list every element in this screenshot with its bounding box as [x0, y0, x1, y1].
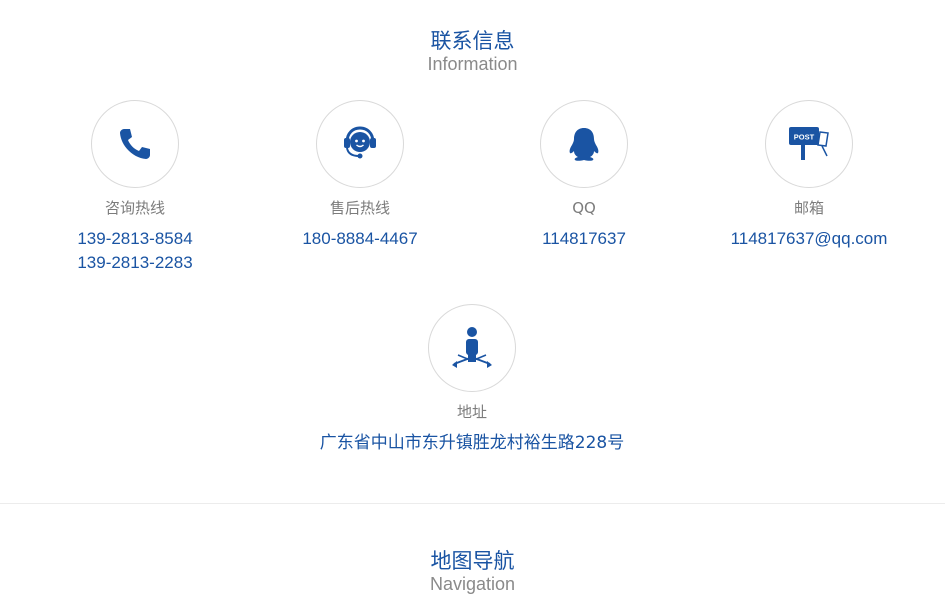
- address-text: 广东省中山市东升镇胜龙村裕生路228号: [319, 433, 625, 453]
- headset-icon: [344, 126, 376, 159]
- consult-phone-1[interactable]: 139-2813-8584: [35, 227, 235, 251]
- aftersales-label: 售后热线: [329, 199, 390, 217]
- qq-label: QQ: [572, 199, 596, 217]
- consult-hotline-card: 咨询热线 139-2813-8584 139-2813-2283: [35, 100, 235, 275]
- contact-title: 联系信息: [430, 29, 515, 53]
- email-address[interactable]: 114817637@qq.com: [706, 227, 912, 251]
- contact-subtitle: Information: [427, 54, 518, 74]
- mailbox-post-text: POST: [794, 133, 815, 142]
- address-card: 地址 广东省中山市东升镇胜龙村裕生路228号: [272, 304, 672, 455]
- consult-icon-circle: [91, 100, 179, 188]
- address-icon-circle: [428, 304, 516, 392]
- map-section-header: 地图导航 Navigation: [0, 549, 945, 595]
- aftersales-icon-circle: [316, 100, 404, 188]
- mailbox-post-icon: POST: [789, 127, 829, 160]
- qq-number[interactable]: 114817637: [484, 227, 684, 251]
- map-subtitle: Navigation: [429, 574, 516, 594]
- aftersales-hotline-card: 售后热线 180-8884-4467: [260, 100, 460, 251]
- consult-phone-2[interactable]: 139-2813-2283: [35, 251, 235, 275]
- email-label: 邮箱: [793, 199, 824, 217]
- person-directions-icon: [452, 327, 492, 368]
- qq-icon-circle: [540, 100, 628, 188]
- qq-card: QQ 114817637: [484, 100, 684, 251]
- section-divider: [0, 503, 945, 504]
- map-title: 地图导航: [430, 549, 515, 573]
- contact-section-header: 联系信息 Information: [0, 29, 945, 75]
- phone-icon: [120, 129, 150, 159]
- address-label: 地址: [456, 403, 487, 421]
- email-card: POST 邮箱 114817637@qq.com: [706, 100, 912, 251]
- consult-label: 咨询热线: [104, 199, 165, 217]
- aftersales-phone[interactable]: 180-8884-4467: [260, 227, 460, 251]
- qq-penguin-icon: [569, 128, 599, 161]
- email-icon-circle: POST: [765, 100, 853, 188]
